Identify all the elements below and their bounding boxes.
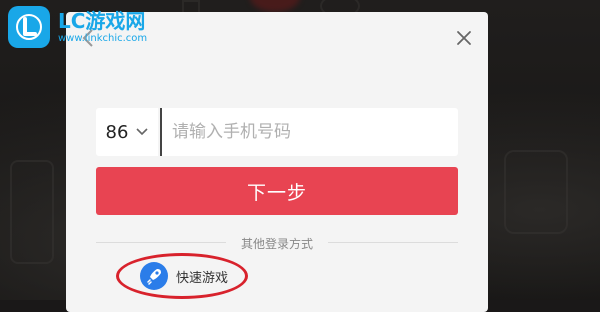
country-code-select[interactable]: 86 xyxy=(96,108,158,156)
phone-login-row: 86 xyxy=(96,108,458,156)
quick-game-button[interactable]: 快速游戏 xyxy=(140,256,228,296)
watermark-logo: LC游戏网 www.linkchic.com xyxy=(8,6,168,48)
chevron-down-icon xyxy=(136,128,149,136)
logo-title: LC游戏网 xyxy=(58,8,146,33)
login-dialog: 86 下一步 其他登录方式 xyxy=(66,12,488,312)
phone-number-input[interactable] xyxy=(160,108,458,156)
country-code-value: 86 xyxy=(105,121,129,143)
rocket-icon xyxy=(140,262,168,290)
quick-game-label: 快速游戏 xyxy=(176,270,229,286)
next-step-button[interactable]: 下一步 xyxy=(96,167,458,215)
other-login-methods-label: 其他登录方式 xyxy=(240,237,313,251)
logo-url: www.linkchic.com xyxy=(58,32,148,44)
divider-right xyxy=(328,242,458,243)
close-icon[interactable] xyxy=(454,28,474,48)
background-art xyxy=(250,0,300,12)
logo-text: LC游戏网 www.linkchic.com xyxy=(58,10,147,45)
logo-badge-icon xyxy=(8,6,50,48)
